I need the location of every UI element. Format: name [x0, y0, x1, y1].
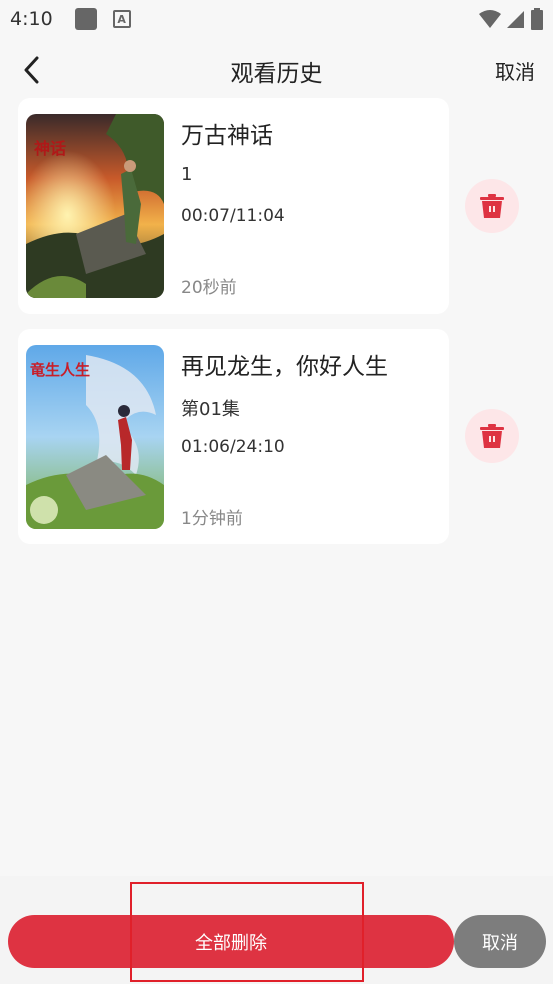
page-title: 观看历史 — [230, 61, 323, 87]
item-episode: 1 — [181, 164, 193, 185]
item-episode: 第01集 — [181, 399, 240, 420]
item-time-ago: 20秒前 — [181, 278, 237, 298]
status-bar: 4:10 A — [0, 0, 553, 38]
cover-image: 神话 — [26, 114, 164, 298]
delete-item-button[interactable] — [465, 179, 519, 233]
trash-icon — [480, 424, 504, 448]
item-title: 万古神话 — [181, 123, 273, 149]
notification-icon — [74, 8, 97, 30]
history-item[interactable]: 神话 万古神话 1 00:07/11:04 20秒前 — [18, 98, 449, 314]
status-indicators — [479, 8, 543, 30]
delete-all-button[interactable]: 全部删除 — [8, 915, 454, 968]
header: 观看历史 取消 — [0, 44, 553, 94]
wifi-icon — [479, 10, 501, 28]
cover-logo-text: 神话 — [34, 139, 66, 158]
item-progress: 00:07/11:04 — [181, 206, 285, 226]
signal-icon — [507, 11, 524, 28]
keyboard-notification-icon: A — [112, 10, 131, 28]
bottom-action-bar: 全部删除 取消 — [0, 876, 553, 984]
item-time-ago: 1分钟前 — [181, 509, 243, 529]
status-time: 4:10 — [10, 8, 53, 30]
item-title: 再见龙生，你好人生 — [181, 354, 388, 380]
cover-logo-text: 竜生人生 — [30, 361, 90, 379]
delete-item-button[interactable] — [465, 409, 519, 463]
cover-image: 竜生人生 — [26, 345, 164, 529]
history-item[interactable]: 竜生人生 再见龙生，你好人生 第01集 01:06/24:10 1分钟前 — [18, 329, 449, 544]
battery-icon — [531, 8, 543, 30]
header-cancel-button[interactable]: 取消 — [495, 56, 535, 85]
item-progress: 01:06/24:10 — [181, 437, 285, 457]
trash-icon — [480, 194, 504, 218]
bottom-cancel-button[interactable]: 取消 — [454, 915, 546, 968]
